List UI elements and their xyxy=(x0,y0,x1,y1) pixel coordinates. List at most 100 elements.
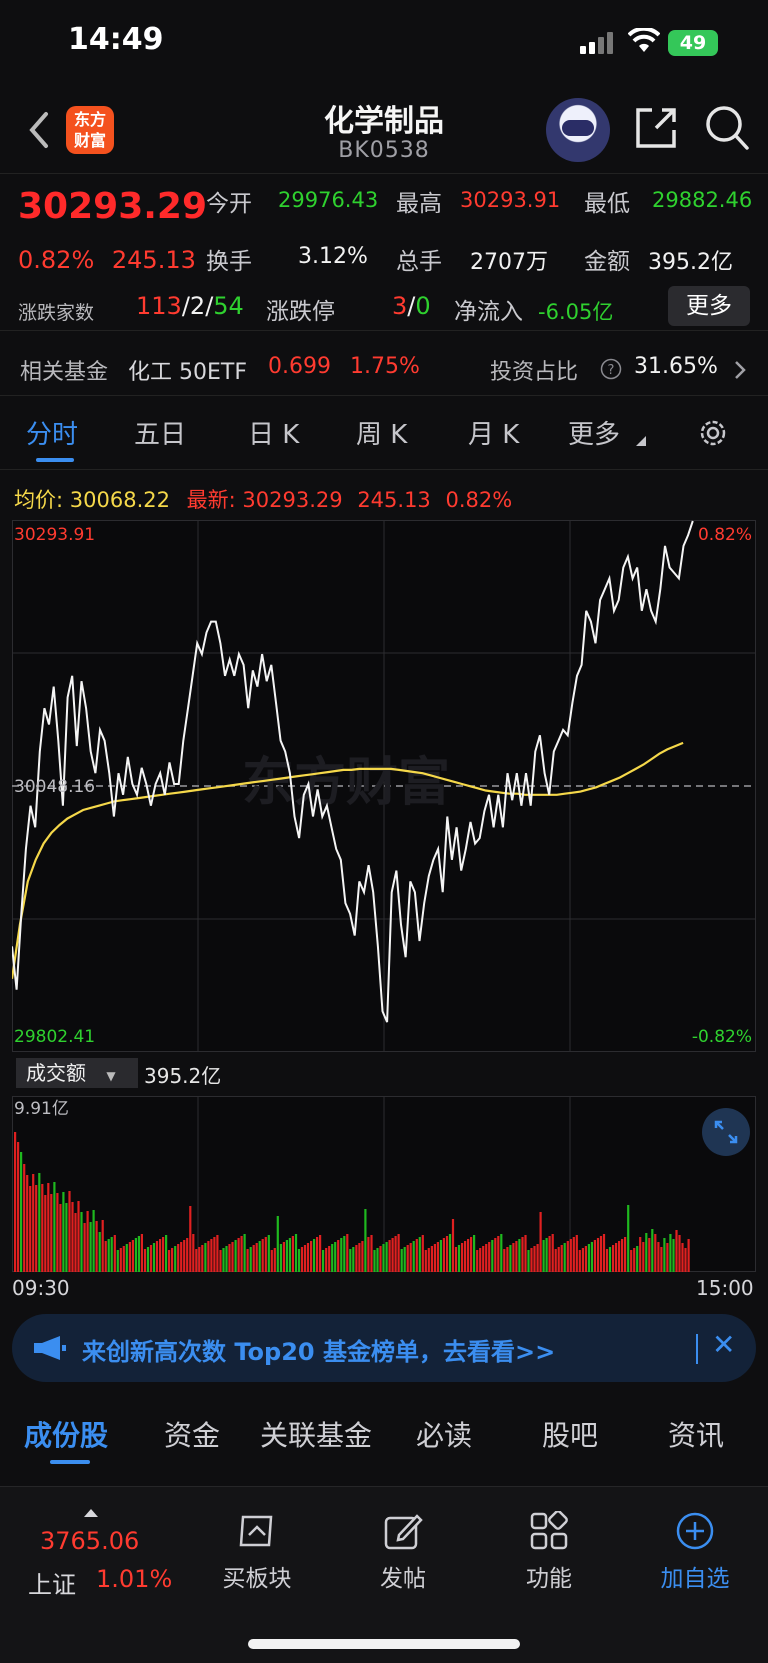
volume-bar xyxy=(439,1240,442,1272)
intraday-price-chart[interactable]: 东方财富 30293.91 30048.16 29802.41 0.82% -0… xyxy=(12,520,756,1052)
amount-label: 金额 xyxy=(584,249,630,275)
tab-five-day[interactable]: 五日 xyxy=(134,414,186,451)
volume-bar xyxy=(319,1235,322,1272)
index-pct[interactable]: 1.01% xyxy=(96,1565,172,1593)
volume-bar xyxy=(334,1242,337,1272)
volume-bar xyxy=(71,1202,74,1272)
volume-bar xyxy=(654,1234,657,1272)
volume-bar xyxy=(660,1247,663,1272)
tab-forum[interactable]: 股吧 xyxy=(542,1414,598,1454)
volume-bar xyxy=(542,1240,545,1272)
related-fund-row[interactable]: 相关基金 化工 50ETF 0.699 1.75% 投资占比 ? 31.65% xyxy=(0,340,768,396)
volume-bar xyxy=(171,1248,174,1272)
tab-news[interactable]: 资讯 xyxy=(668,1414,724,1454)
volume-bar xyxy=(140,1234,143,1272)
cellular-signal-icon xyxy=(580,32,613,54)
volume-bar xyxy=(406,1245,409,1272)
volume-bar-chart[interactable]: 9.91亿 xyxy=(12,1096,756,1272)
help-icon[interactable]: ? xyxy=(600,358,622,380)
buy-sector-button[interactable]: 买板块 xyxy=(202,1511,312,1593)
volume-bar xyxy=(352,1247,355,1272)
volume-bar xyxy=(62,1192,65,1272)
volume-bar xyxy=(104,1241,107,1272)
tab-constituents[interactable]: 成份股 xyxy=(24,1414,108,1454)
volume-bar xyxy=(681,1243,684,1272)
tab-related-funds[interactable]: 关联基金 xyxy=(260,1414,372,1454)
volume-value: 2707万 xyxy=(470,250,548,275)
volume-bar xyxy=(204,1243,207,1272)
volume-bar xyxy=(575,1235,578,1272)
tab-more[interactable]: 更多 xyxy=(568,414,620,451)
dropdown-triangle-icon xyxy=(636,436,646,446)
volume-bar xyxy=(146,1247,150,1272)
close-icon[interactable]: ✕ xyxy=(712,1328,735,1361)
volume-bar xyxy=(44,1195,47,1272)
more-quote-button[interactable]: 更多 xyxy=(668,286,750,326)
volume-bar xyxy=(448,1234,452,1272)
volume-bar xyxy=(639,1237,642,1272)
share-icon[interactable] xyxy=(634,104,678,150)
settings-gear-icon[interactable] xyxy=(696,416,730,450)
volume-bar xyxy=(168,1250,171,1272)
y-mid-label: 30048.16 xyxy=(14,777,95,797)
volume-bar xyxy=(180,1242,183,1272)
search-icon[interactable] xyxy=(704,104,750,152)
caret-up-icon[interactable] xyxy=(84,1509,98,1517)
volume-bar xyxy=(596,1238,600,1272)
volume-bar xyxy=(300,1247,304,1272)
volume-bar xyxy=(548,1236,551,1272)
index-name[interactable]: 上证 xyxy=(28,1565,76,1600)
volume-bar xyxy=(328,1246,331,1272)
volume-bar xyxy=(41,1184,44,1272)
volume-bar xyxy=(467,1239,470,1272)
volume-bar xyxy=(35,1185,38,1272)
add-watchlist-button[interactable]: 加自选 xyxy=(640,1511,750,1593)
volume-bar xyxy=(397,1234,400,1272)
volume-metric-select[interactable]: 成交额 ▼ xyxy=(16,1058,138,1088)
volume-bar xyxy=(482,1246,485,1272)
tab-intraday[interactable]: 分时 xyxy=(26,414,78,451)
volume-bar xyxy=(433,1244,436,1272)
volume-bar xyxy=(491,1240,494,1272)
volume-bar xyxy=(569,1239,572,1272)
functions-button[interactable]: 功能 xyxy=(494,1511,604,1593)
open-value: 29976.43 xyxy=(278,188,379,212)
tab-daily-k[interactable]: 日 K xyxy=(248,414,299,451)
volume-bar xyxy=(388,1240,391,1272)
post-button[interactable]: 发帖 xyxy=(348,1511,458,1593)
volume-bar xyxy=(122,1246,125,1272)
volume-bar xyxy=(605,1249,609,1272)
volume-bar xyxy=(636,1246,639,1272)
volume-bar xyxy=(83,1223,86,1272)
expand-chart-button[interactable] xyxy=(702,1108,750,1156)
volume-bar xyxy=(370,1235,373,1272)
low-value: 29882.46 xyxy=(652,188,753,212)
volume-bar xyxy=(195,1249,198,1272)
volume-bar xyxy=(382,1244,385,1272)
banner-text[interactable]: 来创新高次数 Top20 基金榜单，去看看>> xyxy=(82,1332,555,1367)
bottom-toolbar: 3765.06 上证 1.01% 买板块 发帖 功能 加自选 xyxy=(0,1486,768,1663)
promo-banner[interactable]: 来创新高次数 Top20 基金榜单，去看看>> ✕ xyxy=(12,1314,756,1382)
volume-bar xyxy=(464,1241,467,1272)
tab-weekly-k[interactable]: 周 K xyxy=(356,414,407,451)
volume-bar xyxy=(578,1250,581,1272)
volume-bar xyxy=(128,1242,131,1272)
volume-bar xyxy=(527,1250,530,1272)
tab-capital[interactable]: 资金 xyxy=(164,1414,220,1454)
volume-bar xyxy=(340,1238,343,1272)
tab-monthly-k[interactable]: 月 K xyxy=(468,414,519,451)
index-price[interactable]: 3765.06 xyxy=(40,1527,139,1555)
volume-bar xyxy=(228,1244,231,1272)
volume-bar xyxy=(533,1246,536,1272)
volume-bar xyxy=(267,1235,270,1272)
volume-bar xyxy=(545,1238,548,1272)
volume-bar xyxy=(252,1245,255,1272)
volume-bar xyxy=(216,1235,219,1272)
tab-must-read[interactable]: 必读 xyxy=(416,1414,472,1454)
change-abs: 245.13 xyxy=(111,246,196,274)
limit-label: 涨跌停 xyxy=(266,299,335,325)
volume-bar xyxy=(331,1244,334,1272)
volume-bar xyxy=(26,1175,29,1272)
volume-total: 395.2亿 xyxy=(144,1064,222,1088)
buy-sector-icon xyxy=(239,1515,273,1547)
